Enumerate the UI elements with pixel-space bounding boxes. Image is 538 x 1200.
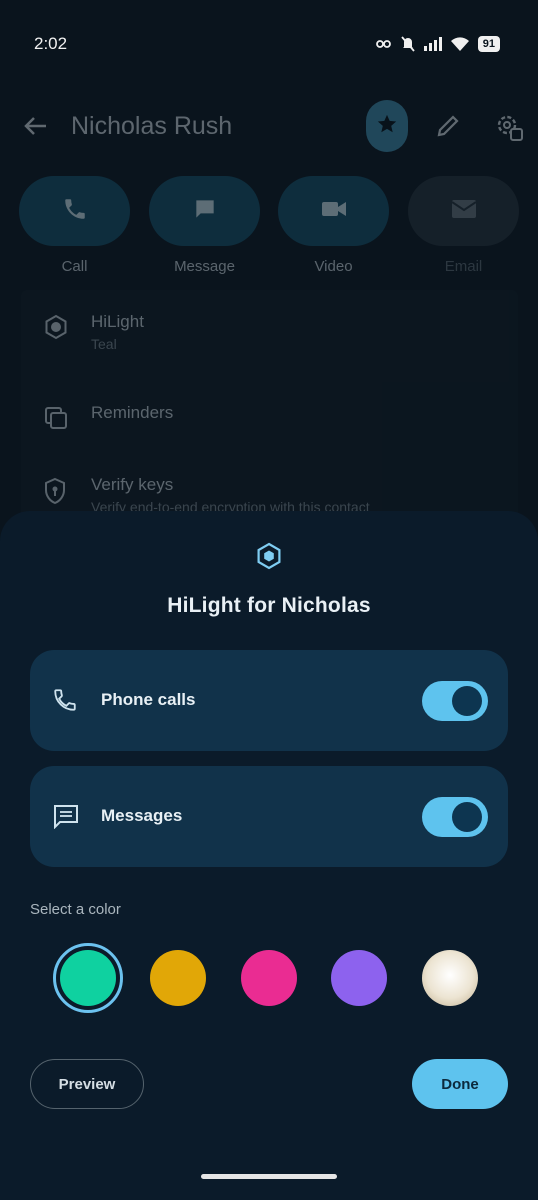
action-call[interactable]: Call [19,176,130,276]
toggle-knob [452,686,482,716]
home-indicator[interactable] [201,1174,337,1179]
key-icon [375,38,392,50]
phone-calls-toggle[interactable] [422,681,488,721]
chat-bubble-icon [192,196,218,227]
action-message-label: Message [174,258,235,275]
list-item-title: Reminders [91,403,174,422]
email-button [408,176,519,246]
color-swatch-yellow[interactable] [150,950,206,1006]
hilight-bottom-sheet: HiLight for Nicholas Phone calls Message… [0,511,538,1200]
color-swatch-teal[interactable] [53,943,123,1013]
message-button[interactable] [149,176,260,246]
list-item-title: HiLight [91,312,144,331]
option-messages[interactable]: Messages [30,766,508,867]
shield-icon [43,477,67,510]
list-item-subtitle: Teal [91,336,117,352]
message-icon [52,803,80,834]
list-item-reminders[interactable]: Reminders [21,381,518,451]
option-label: Messages [101,806,183,825]
top-app-bar: Nicholas Rush [0,100,538,152]
preview-button[interactable]: Preview [30,1059,144,1109]
done-button[interactable]: Done [412,1059,508,1109]
wifi-icon [450,37,469,51]
phone-icon [52,687,78,718]
status-bar: 2:02 91 [0,28,538,60]
sheet-title: HiLight for Nicholas [167,594,371,617]
videocam-icon [320,197,348,226]
reminders-icon [43,405,69,436]
list-item-title: Verify keys [91,475,174,494]
select-color-label: Select a color [30,901,121,918]
phone-icon [62,196,88,227]
contact-options-list: HiLight Teal Reminders Verify keys Verif… [21,290,518,520]
status-time: 2:02 [34,34,68,53]
action-video[interactable]: Video [278,176,389,276]
action-call-label: Call [61,258,88,275]
action-email: Email [408,176,519,276]
messages-toggle[interactable] [422,797,488,837]
action-email-label: Email [444,258,483,275]
hilight-icon [43,314,69,345]
status-icons: 91 [375,36,500,52]
mail-icon [450,198,477,225]
favorite-button[interactable] [366,100,408,152]
mute-icon [401,36,415,52]
toggle-knob [452,802,482,832]
option-phone-calls[interactable]: Phone calls [30,650,508,751]
contact-settings-icon[interactable] [494,112,524,147]
edit-pencil-icon[interactable] [434,112,462,145]
hilight-icon [255,542,283,575]
contact-actions: Call Message Video Email [19,176,519,276]
star-icon [376,113,398,140]
call-button[interactable] [19,176,130,246]
contact-name: Nicholas Rush [71,112,233,140]
list-item-hilight[interactable]: HiLight Teal [21,290,518,360]
option-label: Phone calls [101,690,196,709]
color-swatch-purple[interactable] [331,950,387,1006]
color-swatch-pink[interactable] [241,950,297,1006]
video-button[interactable] [278,176,389,246]
action-message[interactable]: Message [149,176,260,276]
color-swatch-pearl[interactable] [422,950,478,1006]
signal-icon [423,37,442,51]
back-arrow-icon[interactable] [22,112,50,145]
battery-indicator: 91 [477,36,500,52]
action-video-label: Video [314,258,353,275]
